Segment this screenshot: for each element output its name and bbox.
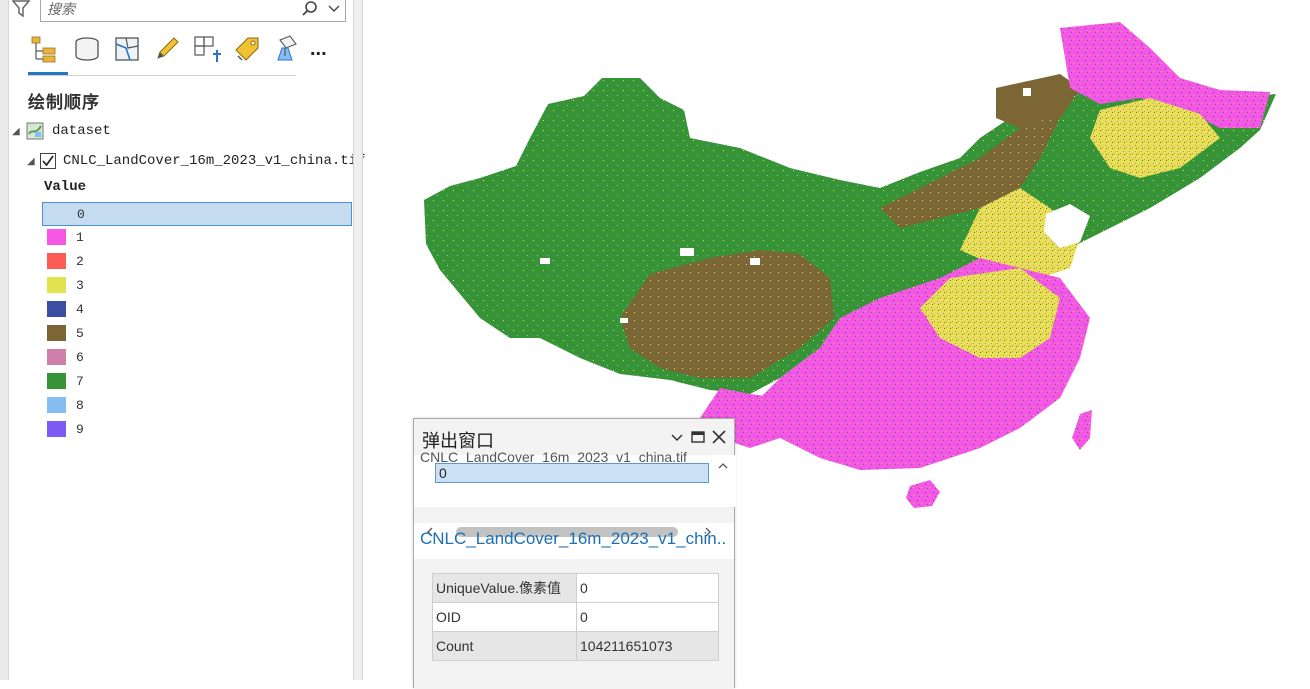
collapse-caret-icon[interactable]: ◢	[27, 156, 35, 167]
search-input[interactable]	[47, 0, 287, 18]
attribute-value: 0	[576, 602, 719, 632]
pane-splitter[interactable]	[353, 0, 363, 680]
chevron-down-icon[interactable]	[668, 428, 686, 446]
chevron-down-icon[interactable]	[327, 3, 341, 15]
field-heading: Value	[44, 179, 87, 195]
popup-attributes-panel: UniqueValue.像素值 0 OID 0 Count 104211651073	[414, 559, 734, 689]
legend-item[interactable]: 1	[42, 226, 352, 250]
attribute-key: UniqueValue.像素值	[432, 573, 577, 603]
legend-swatch[interactable]	[47, 349, 66, 365]
list-by-snapping-icon[interactable]	[192, 34, 222, 64]
search-icon[interactable]	[301, 0, 319, 18]
left-dock-strip	[0, 0, 9, 680]
collapse-caret-icon[interactable]: ◢	[12, 126, 20, 137]
legend-swatch[interactable]	[47, 229, 66, 245]
legend-item[interactable]: 8	[42, 394, 352, 418]
legend-item[interactable]: 2	[42, 250, 352, 274]
legend-swatch[interactable]	[47, 277, 66, 293]
legend-label: 8	[76, 398, 84, 413]
list-by-selection-icon[interactable]	[112, 34, 142, 64]
list-by-editing-icon[interactable]	[152, 34, 182, 64]
legend-label: 5	[76, 326, 84, 341]
map-name[interactable]: dataset	[52, 123, 111, 139]
attribute-row: OID 0	[432, 602, 719, 632]
checkmark-icon	[42, 155, 54, 167]
map-icon	[26, 122, 44, 140]
legend-item[interactable]: 5	[42, 322, 352, 346]
legend-label: 0	[77, 207, 85, 222]
more-options-button[interactable]: ...	[310, 38, 327, 61]
legend-swatch[interactable]	[47, 253, 66, 269]
search-box[interactable]	[40, 0, 346, 22]
legend-item[interactable]: 4	[42, 298, 352, 322]
scroll-up-icon[interactable]	[716, 459, 730, 473]
legend-swatch[interactable]	[47, 421, 66, 437]
legend-item[interactable]: 7	[42, 370, 352, 394]
list-by-labeling-icon[interactable]	[232, 34, 262, 64]
toolbar-divider	[28, 75, 296, 76]
layer-name[interactable]: CNLC_LandCover_16m_2023_v1_china.tif	[63, 153, 365, 169]
legend-label: 1	[76, 230, 84, 245]
attribute-value: 104211651073	[576, 631, 719, 661]
list-by-perspective-imagery-icon[interactable]	[272, 34, 302, 64]
list-by-drawing-order-icon[interactable]	[28, 34, 58, 64]
attribute-key: OID	[432, 602, 577, 632]
legend-label: 9	[76, 422, 84, 437]
legend-label: 6	[76, 350, 84, 365]
legend-swatch[interactable]	[47, 325, 66, 341]
legend-swatch[interactable]	[47, 397, 66, 413]
legend-label: 3	[76, 278, 84, 293]
attribute-row: Count 104211651073	[432, 631, 719, 661]
legend-item[interactable]: 0	[42, 202, 352, 226]
section-title: 绘制顺序	[28, 93, 100, 112]
popup-window: 弹出窗口 CNLC_LandCover_16m_2023_v1_china.ti…	[413, 418, 736, 689]
attribute-table: UniqueValue.像素值 0 OID 0 Count 104211651073	[432, 573, 719, 661]
layer-visibility-checkbox[interactable]	[40, 153, 56, 169]
legend-label: 7	[76, 374, 84, 389]
list-by-data-source-icon[interactable]	[72, 34, 102, 64]
legend-swatch[interactable]	[48, 206, 67, 222]
legend-item[interactable]: 6	[42, 346, 352, 370]
feature-list[interactable]: CNLC_LandCover_16m_2023_v1_china.tif 0	[418, 449, 736, 537]
attribute-row: UniqueValue.像素值 0	[432, 573, 719, 603]
feature-title-link[interactable]: CNLC_LandCover_16m_2023_v1_chin...	[420, 529, 726, 549]
attribute-value: 0	[576, 573, 719, 603]
maximize-icon[interactable]	[689, 428, 707, 446]
filter-icon[interactable]	[12, 0, 30, 18]
feature-list-item[interactable]: 0	[435, 463, 709, 483]
legend-swatch[interactable]	[47, 373, 66, 389]
close-icon[interactable]	[710, 428, 728, 446]
legend-label: 4	[76, 302, 84, 317]
legend-item[interactable]: 3	[42, 274, 352, 298]
legend-label: 2	[76, 254, 84, 269]
popup-separator	[414, 507, 734, 523]
attribute-key: Count	[432, 631, 577, 661]
legend-list: 0 1 2 3 4 5 6 7 8 9	[42, 202, 352, 442]
legend-item[interactable]: 9	[42, 418, 352, 442]
legend-swatch[interactable]	[47, 301, 66, 317]
contents-toolbar: ...	[28, 34, 348, 70]
